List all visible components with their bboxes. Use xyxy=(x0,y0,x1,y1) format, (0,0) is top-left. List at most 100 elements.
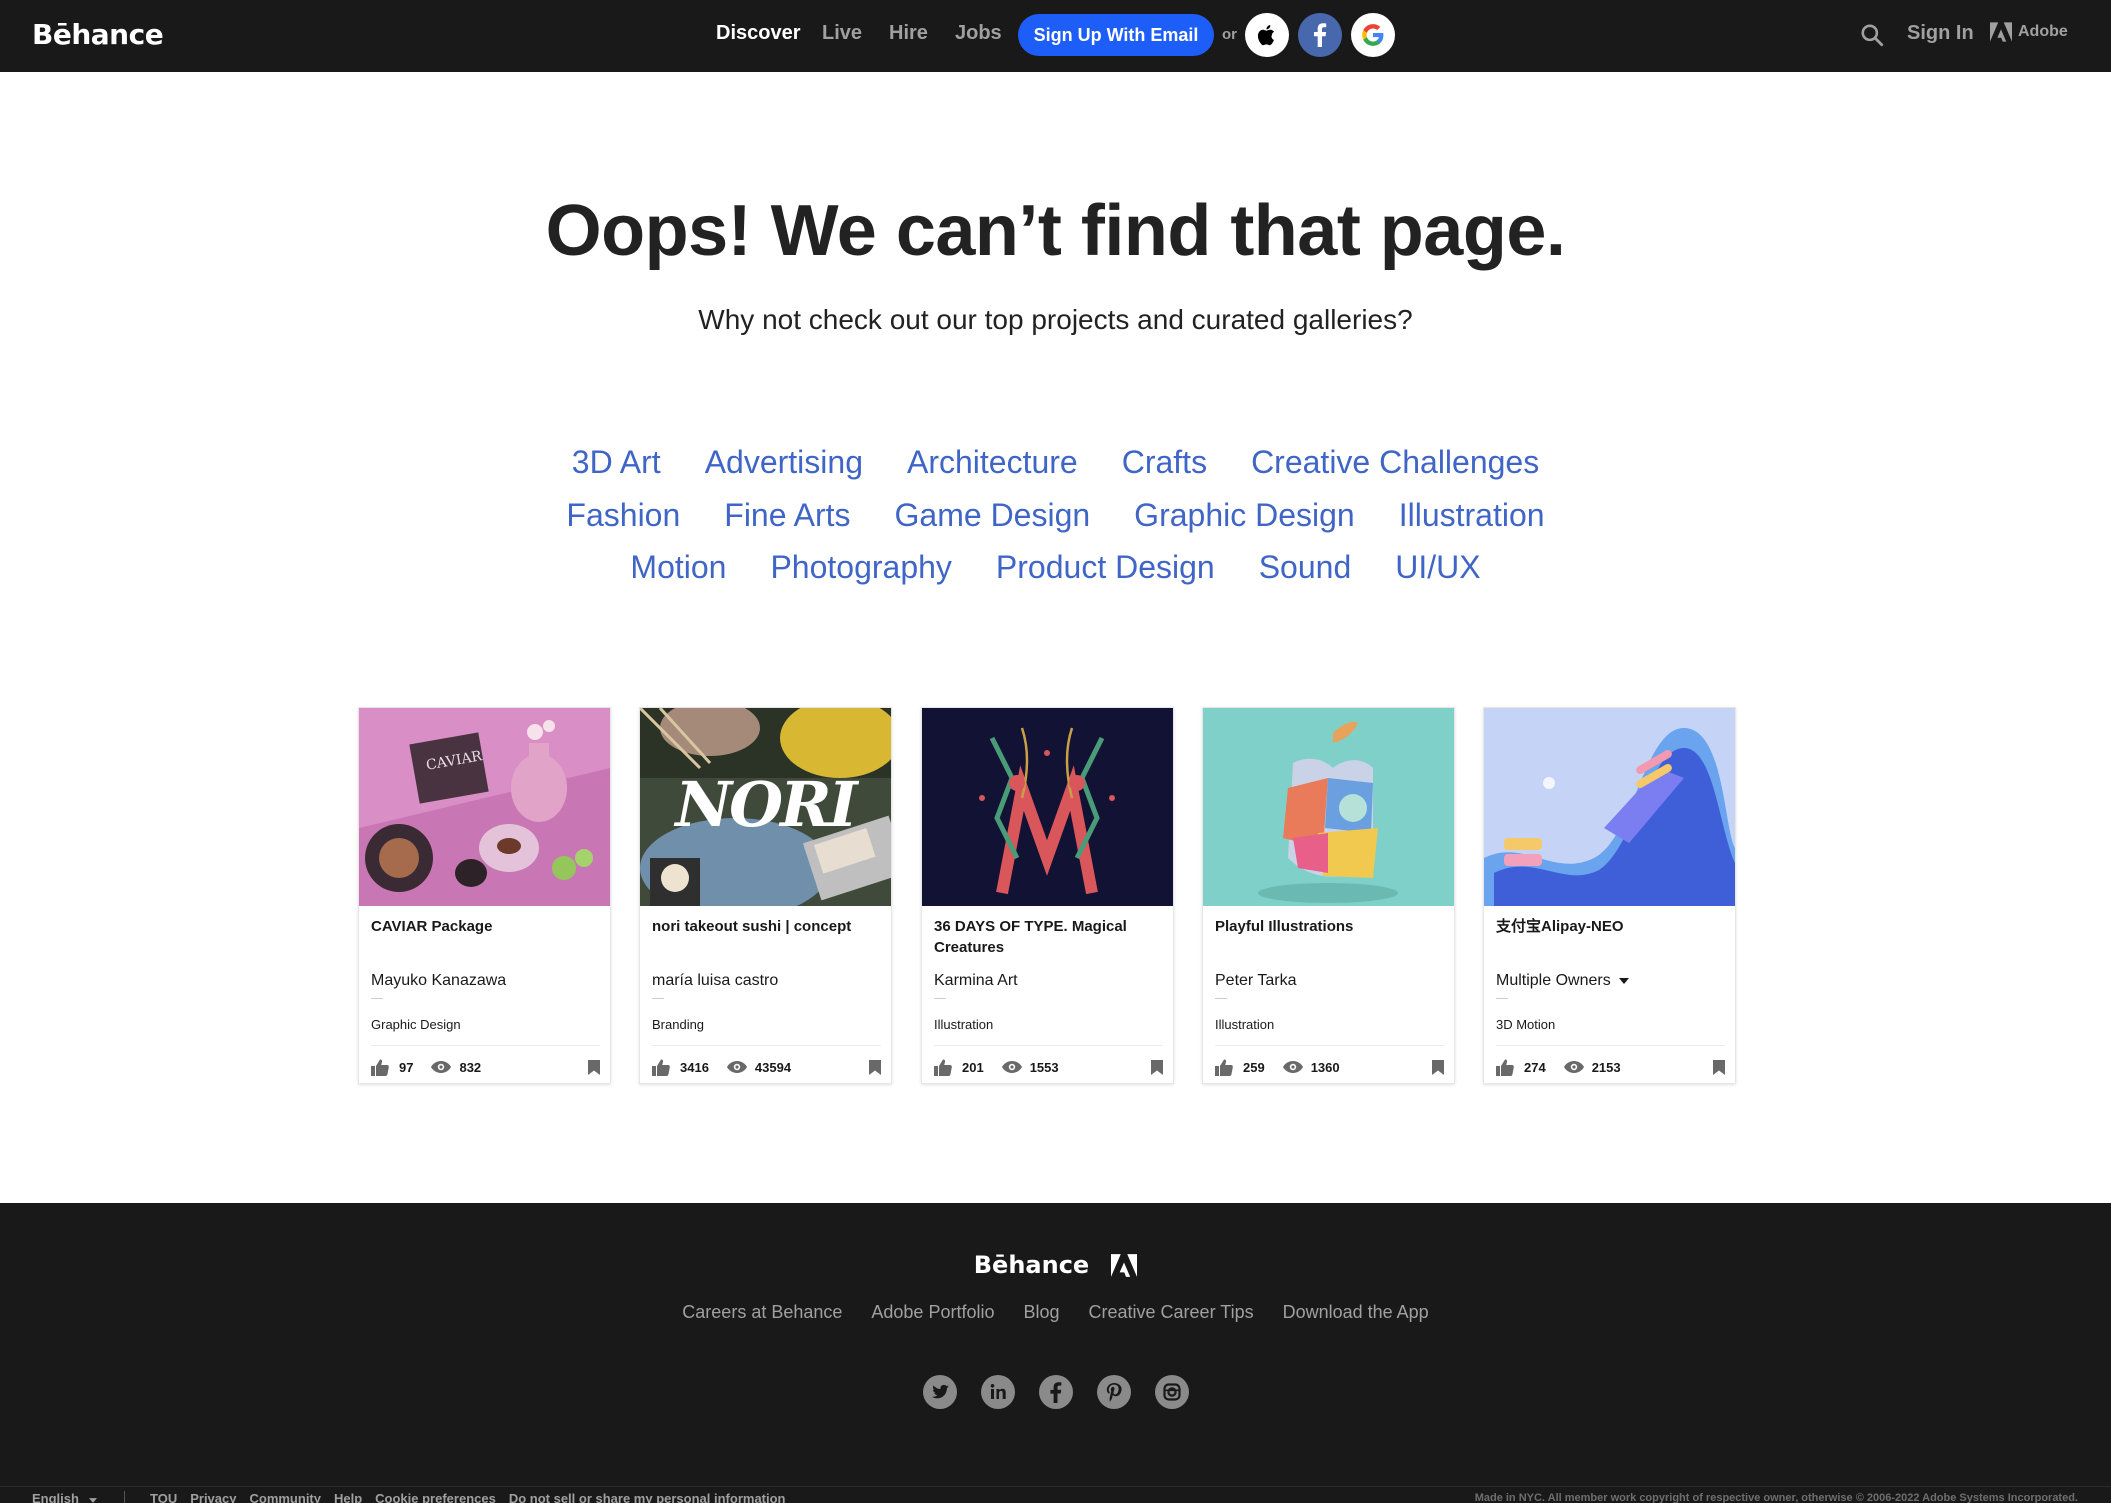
google-signin-button[interactable] xyxy=(1351,13,1395,57)
thumbs-up-icon[interactable] xyxy=(934,1058,952,1076)
facebook-signin-button[interactable] xyxy=(1298,13,1342,57)
category-link[interactable]: Sound xyxy=(1259,549,1352,586)
category-link[interactable]: Game Design xyxy=(895,497,1091,534)
project-thumbnail[interactable] xyxy=(922,708,1173,906)
project-title[interactable]: CAVIAR Package xyxy=(371,916,599,937)
behance-logo[interactable]: Bēhance xyxy=(32,18,164,51)
apple-signin-button[interactable] xyxy=(1245,13,1289,57)
nav-live[interactable]: Live xyxy=(822,22,862,45)
category-link[interactable]: 3D Art xyxy=(572,444,661,481)
owner-name: maría luisa castro xyxy=(652,972,779,989)
divider xyxy=(124,1491,125,1503)
project-field[interactable]: Graphic Design xyxy=(371,1017,461,1032)
project-title[interactable]: 支付宝Alipay-NEO xyxy=(1496,916,1724,937)
category-row: Fashion Fine Arts Game Design Graphic De… xyxy=(0,497,2111,534)
legal-links: TOU Privacy Community Help Cookie prefer… xyxy=(150,1491,786,1503)
project-field[interactable]: Branding xyxy=(652,1017,704,1032)
views-count: 1553 xyxy=(1029,1059,1059,1075)
legal-link-privacy[interactable]: Privacy xyxy=(190,1491,236,1503)
divider xyxy=(934,1045,1163,1046)
footer-link-download-app[interactable]: Download the App xyxy=(1283,1302,1429,1323)
page-title: Oops! We can’t find that page. xyxy=(545,191,1566,271)
nav-jobs[interactable]: Jobs xyxy=(955,22,1002,45)
owner-name: Mayuko Kanazawa xyxy=(371,972,507,989)
twitter-icon[interactable] xyxy=(922,1375,957,1409)
footer-link-career-tips[interactable]: Creative Career Tips xyxy=(1089,1302,1254,1323)
bookmark-icon[interactable] xyxy=(1432,1059,1444,1075)
category-link[interactable]: Motion xyxy=(630,549,726,586)
category-link[interactable]: Fashion xyxy=(566,497,680,534)
likes-count: 259 xyxy=(1243,1059,1265,1075)
thumbs-up-icon[interactable] xyxy=(371,1058,389,1076)
project-title[interactable]: 36 DAYS OF TYPE. Magical Creatures xyxy=(934,916,1162,958)
project-owner[interactable]: Peter Tarka xyxy=(1215,972,1297,990)
footer-behance-logo[interactable]: Bēhance xyxy=(974,1251,1089,1279)
project-owner-dropdown[interactable]: Multiple Owners xyxy=(1496,972,1629,990)
project-card[interactable]: NORI nori takeout sushi | concept maría … xyxy=(639,707,892,1084)
project-owner[interactable]: Karmina Art xyxy=(934,972,1018,990)
bookmark-icon[interactable] xyxy=(1151,1059,1163,1075)
or-label: or xyxy=(1222,26,1237,43)
category-link[interactable]: Graphic Design xyxy=(1134,497,1355,534)
legal-link-cookie-preferences[interactable]: Cookie preferences xyxy=(375,1491,496,1503)
top-navigation-bar: Bēhance Discover Live Hire Jobs Sign Up … xyxy=(0,0,2111,72)
language-selector[interactable]: English xyxy=(32,1491,97,1503)
project-title[interactable]: Playful Illustrations xyxy=(1215,916,1443,937)
owner-name: Peter Tarka xyxy=(1215,972,1297,989)
category-link[interactable]: Crafts xyxy=(1122,444,1207,481)
footer-link-careers[interactable]: Careers at Behance xyxy=(682,1302,842,1323)
bookmark-icon[interactable] xyxy=(869,1059,881,1075)
project-thumbnail[interactable] xyxy=(1484,708,1735,906)
project-owner[interactable]: maría luisa castro xyxy=(652,972,778,990)
project-thumbnail[interactable] xyxy=(1203,708,1454,906)
footer-link-blog[interactable]: Blog xyxy=(1023,1302,1059,1323)
category-link[interactable]: Architecture xyxy=(907,444,1078,481)
search-icon[interactable] xyxy=(1859,22,1885,48)
legal-link-help[interactable]: Help xyxy=(334,1491,362,1503)
project-field[interactable]: Illustration xyxy=(934,1017,993,1032)
project-stats: 259 1360 xyxy=(1215,1055,1444,1079)
thumbs-up-icon[interactable] xyxy=(1496,1058,1514,1076)
category-link[interactable]: Creative Challenges xyxy=(1251,444,1539,481)
sign-up-email-button[interactable]: Sign Up With Email xyxy=(1018,14,1214,56)
project-field[interactable]: 3D Motion xyxy=(1496,1017,1555,1032)
eye-icon xyxy=(431,1061,452,1073)
divider xyxy=(371,998,383,999)
category-link[interactable]: Illustration xyxy=(1399,497,1545,534)
project-card[interactable]: 支付宝Alipay-NEO Multiple Owners 3D Motion … xyxy=(1483,707,1736,1084)
thumbs-up-icon[interactable] xyxy=(1215,1058,1233,1076)
category-link[interactable]: Advertising xyxy=(705,444,863,481)
bookmark-icon[interactable] xyxy=(1713,1059,1725,1075)
project-field[interactable]: Illustration xyxy=(1215,1017,1274,1032)
sign-in-link[interactable]: Sign In xyxy=(1907,22,1974,45)
legal-link-tou[interactable]: TOU xyxy=(150,1491,177,1503)
project-card[interactable]: CAVIAR CAVIAR Package Mayuko Kanazawa Gr… xyxy=(358,707,611,1084)
footer-social-icons xyxy=(0,1375,2111,1409)
nav-discover[interactable]: Discover xyxy=(716,22,801,45)
project-owner[interactable]: Mayuko Kanazawa xyxy=(371,972,506,990)
nav-hire[interactable]: Hire xyxy=(889,22,928,45)
thumbs-up-icon[interactable] xyxy=(652,1058,670,1076)
instagram-icon[interactable] xyxy=(1154,1375,1189,1409)
category-link[interactable]: UI/UX xyxy=(1395,549,1480,586)
pinterest-icon[interactable] xyxy=(1096,1375,1131,1409)
project-thumbnail[interactable]: CAVIAR xyxy=(359,708,610,906)
linkedin-icon[interactable] xyxy=(980,1375,1015,1409)
adobe-link[interactable]: Adobe xyxy=(1990,22,2068,42)
project-card[interactable]: Playful Illustrations Peter Tarka Illust… xyxy=(1202,707,1455,1084)
divider xyxy=(934,998,946,999)
bookmark-icon[interactable] xyxy=(588,1059,600,1075)
category-link[interactable]: Fine Arts xyxy=(724,497,850,534)
category-link[interactable]: Product Design xyxy=(996,549,1215,586)
divider xyxy=(652,1045,881,1046)
facebook-icon[interactable] xyxy=(1038,1375,1073,1409)
adobe-logo-icon[interactable] xyxy=(1111,1253,1138,1277)
adobe-label: Adobe xyxy=(2018,23,2068,40)
project-card[interactable]: 36 DAYS OF TYPE. Magical Creatures Karmi… xyxy=(921,707,1174,1084)
footer-link-adobe-portfolio[interactable]: Adobe Portfolio xyxy=(871,1302,994,1323)
legal-link-community[interactable]: Community xyxy=(249,1491,321,1503)
project-title[interactable]: nori takeout sushi | concept xyxy=(652,916,880,937)
legal-link-do-not-sell[interactable]: Do not sell or share my personal informa… xyxy=(509,1491,786,1503)
category-link[interactable]: Photography xyxy=(770,549,951,586)
project-thumbnail[interactable]: NORI xyxy=(640,708,891,906)
